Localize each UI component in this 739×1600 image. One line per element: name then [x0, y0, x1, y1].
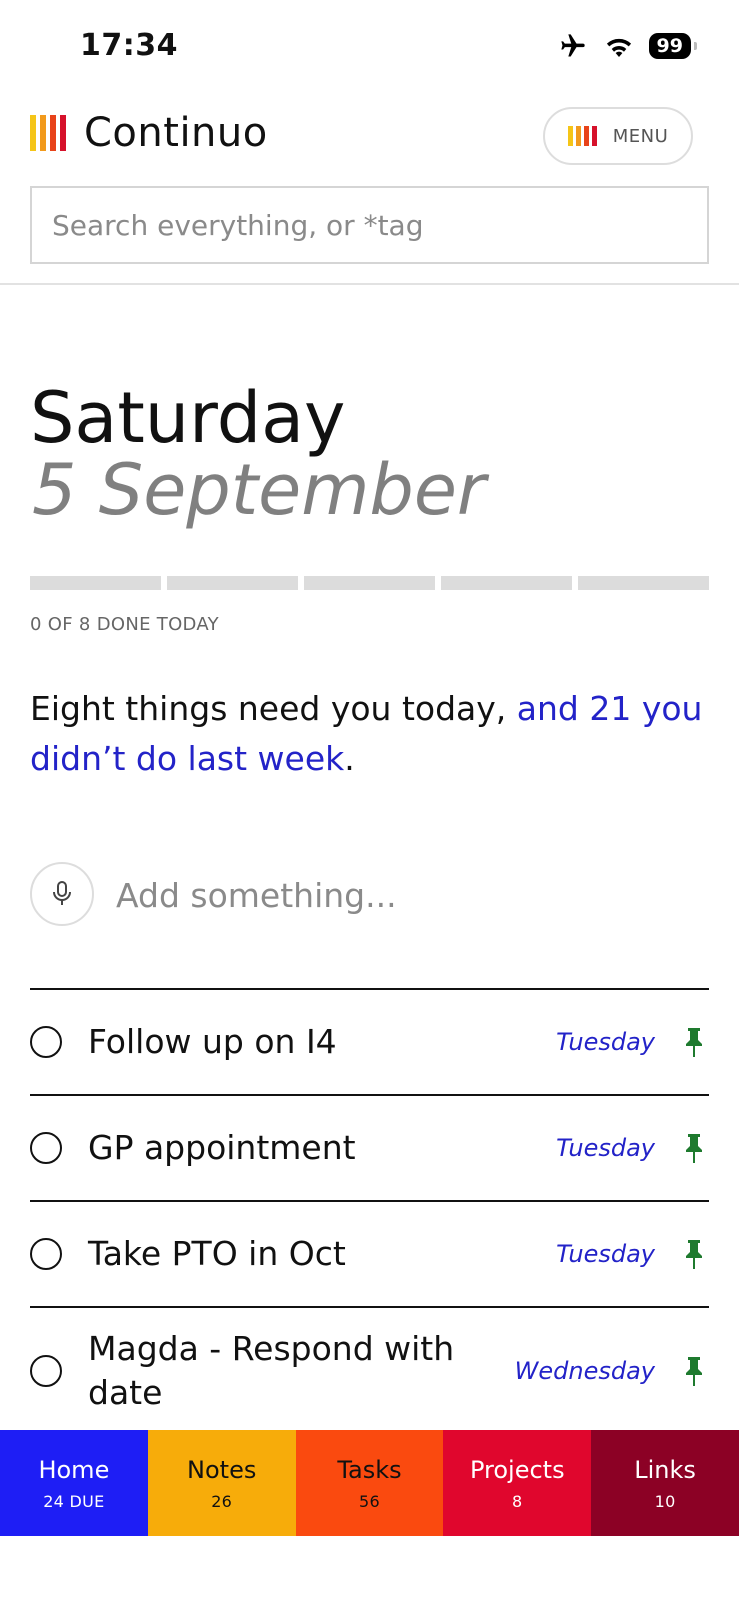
logo-bar [30, 115, 36, 151]
microphone-icon [53, 881, 71, 905]
tab-label: Tasks [337, 1455, 402, 1484]
tab-links[interactable]: Links 10 [591, 1430, 739, 1536]
task-title[interactable]: GP appointment [88, 1126, 478, 1170]
summary-text: Eight things need you today, and 21 you … [30, 684, 709, 784]
task-row[interactable]: Follow up on I4 Tuesday [30, 988, 709, 1094]
status-bar: 17:34 99 [0, 0, 739, 100]
battery-indicator: 99 [648, 33, 698, 59]
task-checkbox[interactable] [30, 1238, 62, 1270]
task-list: Follow up on I4 Tuesday GP appointment T… [30, 988, 709, 1434]
menu-button[interactable]: MENU [543, 107, 693, 165]
date-subtitle: 5 September [32, 449, 486, 531]
tab-label: Links [634, 1455, 696, 1484]
menu-bar [591, 126, 597, 146]
tab-notes[interactable]: Notes 26 [147, 1430, 296, 1536]
task-due-date: Wednesday [514, 1357, 655, 1385]
voice-input-button[interactable] [30, 862, 94, 926]
tab-count: 56 [359, 1491, 380, 1511]
progress-segment [441, 576, 572, 590]
task-due-date: Tuesday [556, 1240, 655, 1268]
tab-label: Notes [187, 1455, 257, 1484]
wifi-icon [606, 38, 631, 58]
tab-label: Projects [469, 1455, 565, 1484]
summary-main: Eight things need you today, [30, 689, 517, 728]
summary-end: . [344, 739, 355, 778]
progress-segment [304, 576, 435, 590]
app-title: Continuo [84, 110, 268, 156]
bottom-tab-bar: Home 24 DUE Notes 26 Tasks 56 Projects 8… [0, 1430, 739, 1536]
pin-icon[interactable] [683, 1132, 705, 1164]
progress-segment [578, 576, 709, 590]
tab-count: 10 [654, 1491, 676, 1511]
task-title[interactable]: Magda - Respond with date [88, 1327, 478, 1415]
daily-progress-bar [30, 576, 709, 590]
pin-icon[interactable] [683, 1026, 705, 1058]
pin-icon[interactable] [683, 1238, 705, 1270]
status-time: 17:34 [80, 28, 178, 63]
tab-home[interactable]: Home 24 DUE [0, 1430, 148, 1536]
progress-segment [30, 576, 161, 590]
logo-bar [60, 115, 66, 151]
airplane-icon [560, 34, 585, 57]
menu-label: MENU [612, 125, 669, 147]
status-icons: 99 [557, 32, 698, 60]
progress-segment [167, 576, 298, 590]
task-title[interactable]: Take PTO in Oct [88, 1232, 478, 1276]
tab-count: 24 DUE [43, 1491, 105, 1511]
header-divider [0, 283, 739, 285]
task-due-date: Tuesday [556, 1134, 655, 1162]
tab-count: 8 [512, 1491, 523, 1511]
tab-projects[interactable]: Projects 8 [443, 1430, 592, 1536]
task-row[interactable]: GP appointment Tuesday [30, 1094, 709, 1200]
search-input[interactable] [52, 208, 687, 242]
task-due-date: Tuesday [556, 1028, 655, 1056]
task-checkbox[interactable] [30, 1355, 62, 1387]
task-title[interactable]: Follow up on I4 [88, 1020, 478, 1064]
add-task-input[interactable] [116, 868, 706, 922]
day-title: Saturday [30, 377, 346, 459]
menu-bar [583, 126, 589, 146]
logo-bars-icon [30, 115, 66, 151]
task-row[interactable]: Magda - Respond with date Wednesday [30, 1306, 709, 1434]
task-row[interactable]: Take PTO in Oct Tuesday [30, 1200, 709, 1306]
menu-bars-icon [567, 126, 597, 146]
task-checkbox[interactable] [30, 1132, 62, 1164]
app-logo: Continuo [30, 110, 268, 156]
task-checkbox[interactable] [30, 1026, 62, 1058]
menu-bar [575, 126, 581, 146]
logo-bar [50, 115, 56, 151]
pin-icon[interactable] [683, 1355, 705, 1387]
logo-bar [40, 115, 46, 151]
tab-tasks[interactable]: Tasks 56 [295, 1430, 444, 1536]
tab-count: 26 [211, 1491, 233, 1511]
tab-label: Home [38, 1455, 110, 1484]
progress-label: 0 OF 8 DONE TODAY [30, 614, 219, 635]
search-box[interactable] [30, 186, 709, 264]
menu-bar [567, 126, 573, 146]
